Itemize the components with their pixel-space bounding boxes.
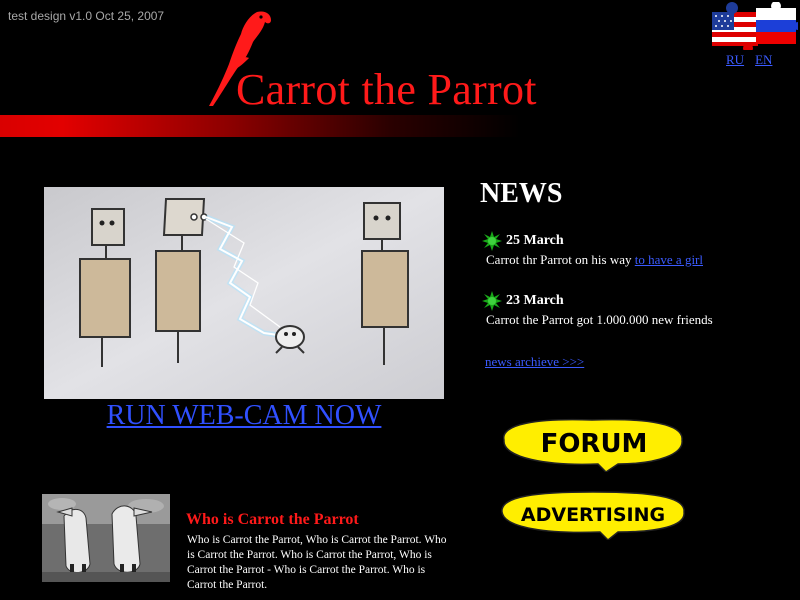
- news-text: Carrot thr Parrot on his way: [486, 252, 635, 267]
- who-heading: Who is Carrot the Parrot: [186, 511, 359, 528]
- forum-button[interactable]: FORUM: [498, 414, 686, 472]
- green-star-icon: [482, 231, 502, 251]
- language-flags-icon: [712, 2, 798, 50]
- news-text: Carrot the Parrot got 1.000.000 new frie…: [486, 312, 713, 327]
- news-archive-link[interactable]: news archieve >>>: [485, 354, 584, 370]
- header-red-bar: [0, 115, 520, 137]
- who-description: Who is Carrot the Parrot, Who is Carrot …: [187, 534, 447, 591]
- news-heading: NEWS: [480, 178, 563, 209]
- news-item: 25 March Carrot thr Parrot on his way to…: [482, 231, 782, 268]
- news-date: 23 March: [506, 293, 564, 308]
- advertising-button[interactable]: ADVERTISING: [498, 488, 688, 540]
- site-title: Carrot the Parrot: [236, 65, 537, 114]
- advertising-label: ADVERTISING: [521, 504, 665, 526]
- news-date: 25 March: [506, 233, 564, 248]
- lang-ru-link[interactable]: RU: [726, 52, 744, 67]
- news-item: 23 March Carrot the Parrot got 1.000.000…: [482, 291, 782, 328]
- forum-label: FORUM: [541, 429, 648, 459]
- webcam-preview-image[interactable]: [44, 187, 444, 399]
- language-switcher: RU EN: [726, 52, 783, 68]
- parrot-costume-photo: [42, 494, 170, 582]
- news-link-girl[interactable]: to have a girl: [635, 252, 703, 267]
- lang-en-link[interactable]: EN: [755, 52, 772, 67]
- version-label: test design v1.0 Oct 25, 2007: [8, 9, 165, 23]
- green-star-icon: [482, 291, 502, 311]
- run-webcam-link[interactable]: RUN WEB-CAM NOW: [44, 400, 444, 432]
